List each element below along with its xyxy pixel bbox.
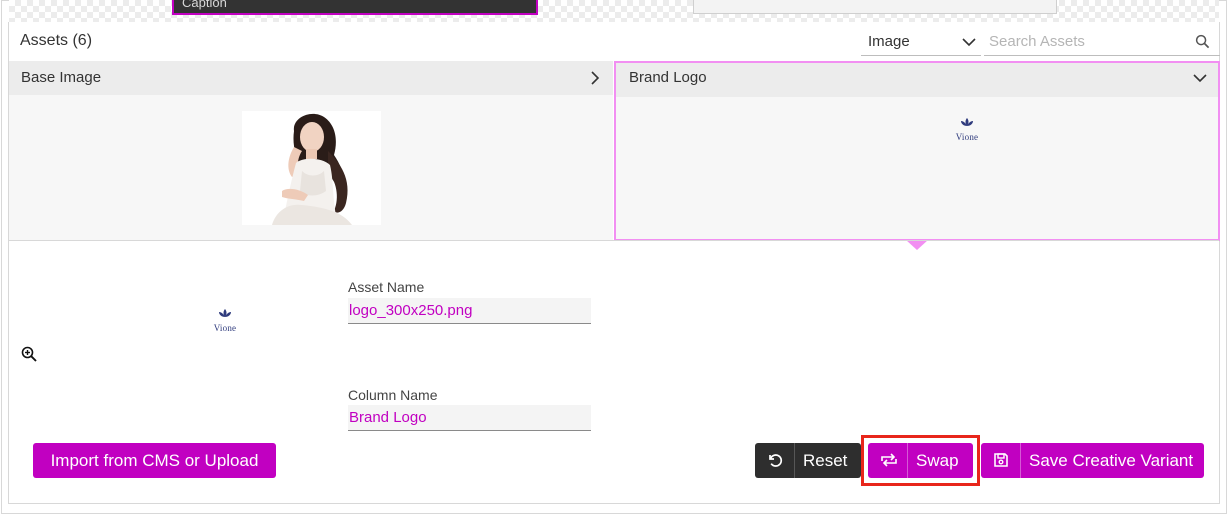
asset-name-label: Asset Name [348, 279, 425, 295]
zoom-in-icon[interactable] [21, 346, 37, 362]
chevron-down-icon[interactable] [1192, 70, 1208, 86]
save-icon [994, 453, 1008, 467]
lotus-icon [219, 309, 231, 317]
save-label: Save Creative Variant [1029, 451, 1194, 470]
asset-name-field[interactable]: logo_300x250.png [348, 298, 591, 324]
search-assets[interactable] [984, 28, 1220, 56]
brand-logo-thumbnail[interactable]: Vione [949, 114, 985, 142]
swap-icon [881, 453, 897, 467]
logo-wordmark: Vione [955, 132, 979, 142]
lotus-icon [961, 118, 973, 126]
reset-icon-wrap [755, 443, 795, 478]
woman-photo [242, 111, 381, 225]
asset-type-value: Image [868, 33, 910, 50]
chevron-right-icon[interactable] [587, 70, 603, 86]
swap-icon-wrap [868, 443, 908, 478]
asset-preview-logo: Vione [207, 305, 243, 333]
import-upload-button[interactable]: Import from CMS or Upload [33, 443, 276, 478]
caption-layer[interactable]: Caption [172, 0, 538, 15]
reset-label: Reset [803, 451, 848, 470]
assets-title: Assets (6) [20, 32, 93, 49]
save-icon-wrap [981, 443, 1021, 478]
layer-box[interactable] [693, 0, 1057, 14]
search-input[interactable] [989, 31, 1189, 51]
column-label: Base Image [21, 69, 102, 86]
reset-button[interactable]: Reset [755, 443, 861, 478]
base-image-thumbnail[interactable] [242, 111, 381, 225]
column-name-label: Column Name [348, 387, 438, 403]
column-name-field[interactable]: Brand Logo [348, 405, 591, 431]
undo-icon [769, 454, 783, 467]
column-header[interactable]: Base Image [9, 61, 613, 95]
swap-button[interactable]: Swap [868, 443, 973, 478]
asset-column-brand-logo[interactable]: Brand Logo [614, 61, 1220, 241]
column-header[interactable]: Brand Logo [616, 63, 1218, 97]
swap-label: Swap [916, 451, 959, 470]
selection-pointer [906, 240, 928, 250]
asset-type-select[interactable]: Image [861, 28, 981, 56]
column-label: Brand Logo [629, 69, 707, 86]
save-creative-variant-button[interactable]: Save Creative Variant [981, 443, 1204, 478]
import-upload-label: Import from CMS or Upload [50, 451, 259, 470]
chevron-down-icon [962, 38, 976, 47]
divider [9, 240, 1219, 241]
logo-wordmark: Vione [213, 323, 237, 333]
search-icon[interactable] [1195, 34, 1210, 49]
